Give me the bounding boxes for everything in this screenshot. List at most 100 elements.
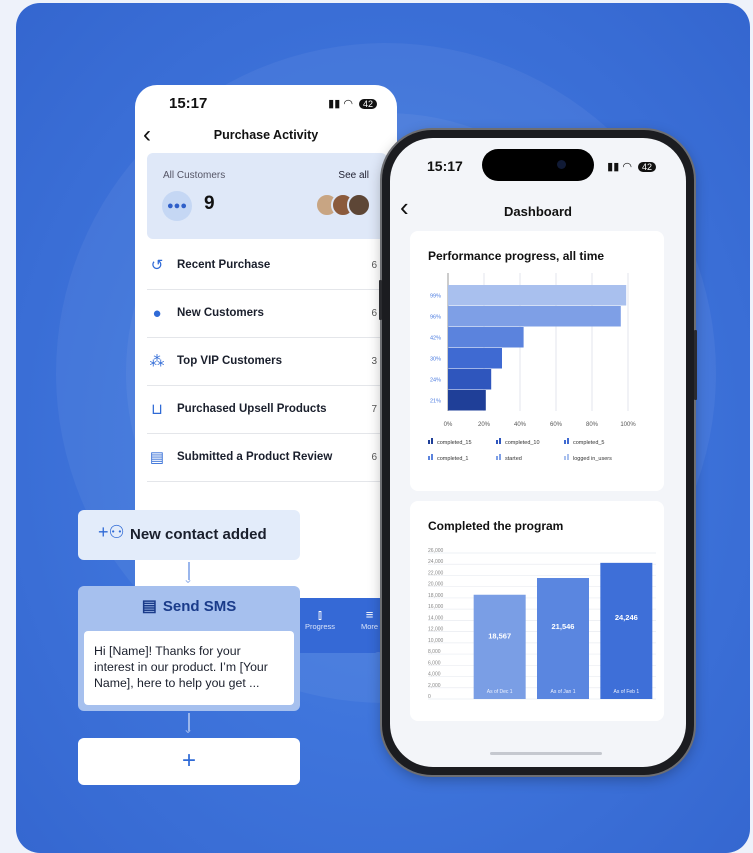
customers-icon: ●●● [162,191,192,221]
y-tick-label: 2,000 [428,683,441,689]
y-tick-label: 6,000 [428,660,441,666]
y-tick-label: 42% [430,336,441,342]
send-sms-label: Send SMS [162,598,237,615]
tab-progress[interactable]: ⫾ Progress [305,608,335,632]
all-customers-label: All Customers [163,170,226,181]
y-tick-label: 4,000 [428,672,441,678]
completed-chart: 26,000 24,000 22,000 20,000 18,000 16,000 14,0… [428,548,656,700]
data-label: 18,567 [488,632,511,641]
dynamic-island [482,149,594,181]
legend-swatch [496,440,498,444]
performance-chart: 0% 20% 40% 60% 80% 100% 99% 96% 42% 30% 24% 21% comp… [428,273,636,462]
legend-label: completed_15 [437,440,472,446]
y-tick-label: 30% [430,357,441,363]
list-item-label: New Customers [177,307,264,319]
x-tick-label: 40% [514,422,527,428]
legend-swatch [567,454,569,460]
send-sms-node[interactable]: ▤ Send SMS Hi [Name]! Thanks for your int… [78,586,300,711]
y-tick-label: 8,000 [428,649,441,655]
x-tick-label: 20% [478,422,491,428]
y-tick-label: 20,000 [428,582,444,588]
sms-message-preview: Hi [Name]! Thanks for your interest in o… [84,631,294,705]
status-icons: ▮▮ ◠ 42 [328,97,377,110]
home-indicator [490,752,602,755]
y-tick-label: 12,000 [428,627,444,633]
page-title: Purchase Activity [213,128,319,142]
list-item-recent-purchase[interactable]: ↺ Recent Purchase 6 [147,242,383,290]
dashboard-title: Dashboard [504,204,572,219]
legend-label: logged in_users [573,456,612,462]
performance-chart-card: Performance progress, all time 0% 20% 40% 6… [410,231,664,491]
bar [448,327,524,348]
legend-label: completed_10 [505,440,540,446]
dashboard-screen: 15:17 ▮▮ ◠ 42 ‹ Dashboard Performance pr… [390,138,686,767]
camera-icon [557,160,566,169]
volume-button [379,280,382,320]
history-icon: ↺ [150,257,164,274]
list-item-label: Recent Purchase [177,259,271,271]
legend-swatch [428,440,430,444]
x-tick-label: As of Feb 1 [614,689,640,695]
wifi-icon: ◠ [622,161,632,173]
dashboard-phone: 15:17 ▮▮ ◠ 42 ‹ Dashboard Performance pr… [379,130,697,775]
purchase-activity-phone: 15:17 ▮▮ ◠ 42 ‹ Purchase Activity All Cu… [135,85,397,653]
bar [448,285,627,306]
list-item-upsell[interactable]: ⊔ Purchased Upsell Products 7 [147,386,383,434]
y-tick-label: 10,000 [428,638,444,644]
tab-more[interactable]: ≡ More [361,608,378,632]
list-item-new-customers[interactable]: ● New Customers 6 [147,290,383,338]
list-item-count: 6 [371,308,377,319]
list-item-top-vip[interactable]: ⁂ Top VIP Customers 3 [147,338,383,386]
list-item-label: Purchased Upsell Products [177,403,327,415]
add-step-button[interactable]: + [78,738,300,785]
send-sms-header: ▤ Send SMS [78,596,300,616]
y-tick-label: 18,000 [428,593,444,599]
all-customers-card[interactable]: All Customers See all ●●● 9 [147,153,387,239]
list-item-count: 7 [371,404,377,415]
bar [448,306,621,327]
message-icon: ▤ [141,598,157,615]
y-tick-label: 14,000 [428,615,444,621]
y-tick-label: 0 [428,694,431,700]
x-tick-label: 100% [620,422,636,428]
legend-swatch [499,454,501,460]
legend-label: started [505,456,522,462]
legend-label: completed_1 [437,456,469,462]
y-tick-label: 22,000 [428,570,444,576]
wifi-icon: ◠ [343,98,353,110]
legend-swatch [431,438,433,444]
signal-icon: ▮▮ [328,98,341,110]
trigger-label: New contact added [130,526,267,543]
arrow-down-icon: ⌄ [183,722,194,736]
avatar [347,193,371,217]
signal-icon: ▮▮ [607,161,620,173]
customer-count: 9 [204,193,215,214]
see-all-link[interactable]: See all [338,170,369,181]
trigger-node[interactable]: +⚇ New contact added [78,510,300,560]
legend-swatch [564,456,566,460]
y-tick-label: 26,000 [428,548,444,554]
bar [448,348,502,369]
y-tick-label: 21% [430,399,441,405]
list-item-label: Submitted a Product Review [177,451,333,463]
x-tick-label: 80% [586,422,599,428]
list-item-label: Top VIP Customers [177,355,283,367]
bar [448,369,492,390]
y-tick-label: 96% [430,315,441,321]
legend-swatch [428,456,430,460]
status-icons: ▮▮ ◠ 42 [607,160,656,173]
x-tick-label: As of Dec 1 [487,689,513,695]
x-tick-label: As of Jan 1 [550,689,575,695]
y-tick-label: 16,000 [428,604,444,610]
review-icon: ▤ [149,449,165,466]
battery-icon: 42 [358,99,377,109]
cart-icon: ⊔ [151,401,163,418]
y-tick-label: 24,000 [428,559,444,565]
nav-bar: ‹ Purchase Activity [135,123,397,149]
avatar-group [315,193,373,217]
bar [537,578,589,699]
vip-group-icon: ⁂ [149,353,165,370]
list-item-count: 3 [371,356,377,367]
legend-swatch [431,454,433,460]
list-item-product-review[interactable]: ▤ Submitted a Product Review 6 [147,434,383,482]
